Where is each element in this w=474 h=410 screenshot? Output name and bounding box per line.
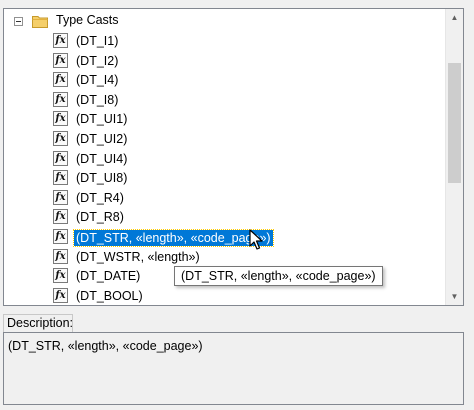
function-icon: fx [53,91,68,107]
tree-item[interactable]: fx (DT_I1) [4,31,444,51]
folder-icon [32,16,48,28]
tree-item-label: (DT_STR, «length», «code_page») [73,229,274,247]
function-icon: fx [53,72,68,88]
function-icon: fx [53,150,68,166]
function-icon: fx [53,248,68,264]
tree-item-label: (DT_UI8) [76,171,128,186]
tree-root-type-casts[interactable]: Type Casts [4,11,444,31]
collapse-toggle-icon[interactable] [14,17,23,26]
tree-item-label: (DT_I2) [76,53,119,68]
tree-item[interactable]: fx (DT_I2) [4,51,444,71]
tree-item-label: (DT_I4) [76,73,119,88]
tree-item-label: (DT_UI4) [76,151,128,166]
tree-item-label: (DT_I8) [76,92,119,107]
function-icon: fx [53,268,68,284]
function-icon: fx [53,209,68,225]
scroll-down-icon[interactable]: ▼ [446,288,463,305]
function-icon: fx [53,52,68,68]
function-icon: fx [53,229,68,244]
tree-item-label: (DT_UI2) [76,132,128,146]
tree-item-label: (DT_DATE) [76,269,141,284]
mouse-cursor-icon [249,229,263,250]
function-icon: fx [53,170,68,186]
tree-item-label: (DT_R8) [76,210,124,225]
tree-item[interactable]: fx (DT_UI4) [4,149,444,169]
tree-item-label: (DT_R4) [76,190,124,205]
tree-item[interactable]: fx (DT_BOOL) [4,286,444,305]
description-tab[interactable]: Description: [3,314,73,332]
tree-item-label: (DT_I1) [76,34,119,48]
tree-item[interactable]: fx (DT_UI2) [4,129,444,149]
function-icon: fx [53,33,68,48]
function-icon: fx [53,111,68,127]
functions-tree[interactable]: Type Casts fx (DT_I1) fx (DT_I2) fx (DT_I4) fx… [3,8,464,306]
tree-item[interactable]: fx (DT_I4) [4,70,444,90]
tree-item[interactable]: fx (DT_UI8) [4,168,444,188]
description-text: (DT_STR, «length», «code_page») [3,332,464,405]
tree-item[interactable]: fx (DT_WSTR, «length») [4,247,444,267]
vertical-scrollbar[interactable]: ▲ ▼ [445,9,463,305]
scroll-up-icon[interactable]: ▲ [446,9,463,26]
function-icon: fx [53,287,68,303]
tree-item[interactable]: fx (DT_I8) [4,90,444,110]
function-icon: fx [53,189,68,205]
tree-item[interactable]: fx (DT_R8) [4,207,444,227]
tree-item[interactable]: fx (DT_R4) [4,188,444,208]
scroll-thumb[interactable] [448,63,461,183]
tree-item[interactable]: fx (DT_UI1) [4,109,444,129]
tree-item[interactable]: fx (DT_STR, «length», «code_page») [4,227,444,247]
tree-root-label: Type Casts [56,13,119,27]
function-icon: fx [53,131,68,146]
tree-item-label: (DT_UI1) [76,112,128,127]
tooltip: (DT_STR, «length», «code_page») [174,266,383,286]
tree-item-label: (DT_WSTR, «length») [76,249,200,264]
tree-item-label: (DT_BOOL) [76,288,143,303]
